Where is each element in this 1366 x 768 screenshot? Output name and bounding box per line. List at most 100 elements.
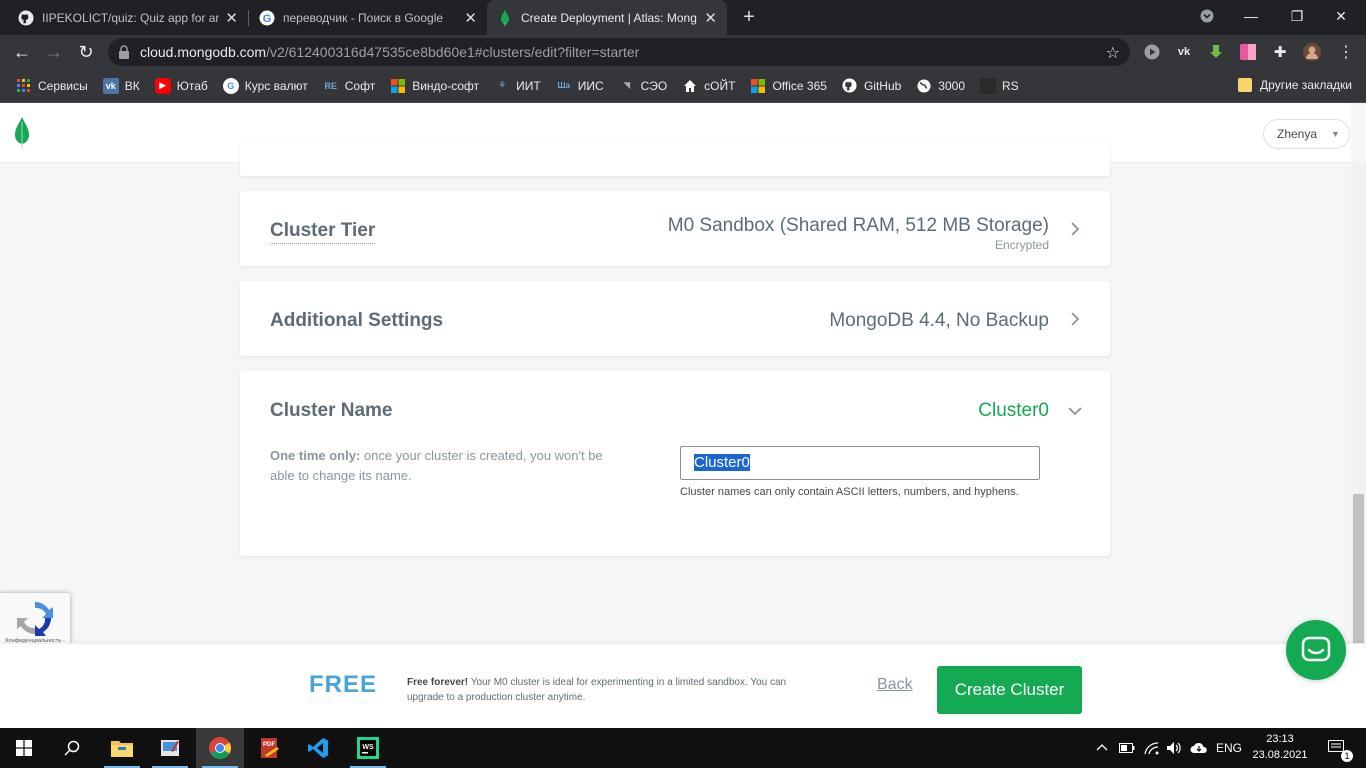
more-menu-icon[interactable]: ⋮ — [1337, 43, 1355, 61]
back-arrow-icon[interactable]: ← — [8, 38, 36, 66]
close-window-button[interactable]: ✕ — [1318, 0, 1364, 32]
new-tab-button[interactable]: + — [738, 5, 760, 29]
cluster-name-value: Cluster0 — [978, 400, 1049, 421]
file-explorer-icon[interactable] — [98, 728, 146, 768]
additional-settings-section[interactable]: Additional Settings MongoDB 4.4, No Back… — [240, 281, 1110, 356]
user-menu-button[interactable]: Zhenya ▼ — [1263, 119, 1350, 149]
show-hidden-icons[interactable] — [1096, 728, 1108, 768]
iis-icon: Ша — [557, 81, 570, 90]
download-extension-icon[interactable] — [1207, 43, 1225, 61]
other-bookmarks[interactable]: Другие закладки — [1238, 78, 1352, 92]
bookmarks-bar: Сервисы vk ВК ▶ Ютаб G Курс валют RE Соф… — [0, 69, 1366, 103]
clock-date: 23.08.2021 — [1252, 749, 1308, 761]
cluster-name-section: Cluster Name Cluster0 One time only: onc… — [240, 371, 1110, 556]
close-tab-icon[interactable]: ✕ — [225, 9, 238, 27]
url-host: cloud.mongodb.com — [140, 44, 267, 60]
youtube-icon: ▶ — [154, 77, 171, 94]
bookmark-soit[interactable]: сОЙТ — [682, 78, 735, 94]
cluster-name-title: Cluster Name — [270, 400, 393, 421]
apps-grid-icon — [16, 78, 32, 94]
bookmark-iis[interactable]: Ша ИИС — [556, 78, 603, 94]
bookmark-github[interactable]: GitHub — [842, 78, 901, 94]
scrollbar-thumb[interactable] — [1353, 494, 1364, 644]
tab-google-search[interactable]: G переводчик - Поиск в Google ✕ — [249, 0, 487, 35]
taskbar-clock[interactable]: 23:13 23.08.2021 — [1248, 731, 1312, 763]
onedrive-cloud-icon[interactable] — [1190, 728, 1208, 768]
create-cluster-footer: FREE Free forever! Your M0 cluster is id… — [0, 643, 1366, 728]
chrome-icon[interactable] — [196, 728, 244, 768]
tab-search-icon[interactable] — [1184, 0, 1230, 32]
cluster-name-hint: One time only: once your cluster is crea… — [270, 446, 630, 486]
bookmark-label: Софт — [344, 78, 376, 93]
re-icon: RE — [324, 80, 338, 91]
tab-github-quiz[interactable]: IIPEKOLICT/quiz: Quiz app for an ✕ — [8, 0, 248, 35]
pdf-editor-icon[interactable]: PDF — [246, 728, 294, 768]
forward-arrow-icon[interactable]: → — [40, 38, 68, 66]
bookmark-exchange-rates[interactable]: G Курс валют — [222, 77, 308, 94]
close-tab-icon[interactable]: ✕ — [464, 9, 477, 27]
extensions-puzzle-icon[interactable]: ✚ — [1271, 43, 1289, 61]
address-bar[interactable]: cloud.mongodb.com/v2/612400316d47535ce8b… — [108, 38, 1130, 66]
seo-icon: ◥ — [623, 80, 631, 90]
bookmark-rs[interactable]: RS — [980, 77, 1019, 94]
volume-icon[interactable] — [1166, 728, 1182, 768]
user-name: Zhenya — [1277, 127, 1318, 141]
close-tab-icon[interactable]: ✕ — [704, 9, 717, 27]
search-icon[interactable] — [48, 728, 96, 768]
bookmark-youtube[interactable]: ▶ Ютаб — [154, 77, 208, 94]
wifi-icon[interactable] — [1144, 728, 1160, 768]
clock-time: 23:13 — [1266, 733, 1294, 745]
play-extension-icon[interactable] — [1143, 43, 1161, 61]
bookmark-label: Курс валют — [244, 78, 308, 93]
notification-count: 1 — [1341, 750, 1353, 762]
reload-icon[interactable]: ↻ — [72, 38, 100, 66]
iit-icon: ⚘ — [498, 80, 507, 90]
chevron-right-icon[interactable] — [1068, 312, 1082, 326]
bookmark-label: Виндо-софт — [412, 78, 480, 93]
notifications-icon[interactable]: 1 — [1322, 728, 1353, 768]
chevron-right-icon[interactable] — [1068, 222, 1082, 236]
maximize-button[interactable]: ❐ — [1274, 0, 1320, 32]
other-bookmarks-label: Другие закладки — [1260, 78, 1352, 92]
tab-create-deployment[interactable]: Create Deployment | Atlas: Mong ✕ — [487, 0, 727, 35]
office-icon — [750, 78, 766, 94]
folder-icon — [1238, 78, 1253, 92]
bookmark-vk[interactable]: vk ВК — [102, 77, 140, 94]
bookmark-office365[interactable]: Office 365 — [750, 78, 827, 94]
bookmark-label: Ютаб — [176, 78, 208, 93]
color-extension-icon[interactable] — [1239, 43, 1257, 61]
bookmark-seo[interactable]: ◥ СЭО — [619, 78, 667, 94]
lock-icon[interactable] — [118, 45, 130, 59]
mongodb-leaf-icon[interactable] — [14, 117, 30, 149]
cluster-tier-value: M0 Sandbox (Shared RAM, 512 MB Storage) — [667, 215, 1049, 236]
bookmark-star-icon[interactable]: ☆ — [1106, 43, 1120, 63]
google-icon: G — [222, 77, 239, 94]
paint-app-icon[interactable] — [146, 728, 194, 768]
bookmark-soft[interactable]: RE Софт — [323, 78, 376, 94]
create-cluster-button[interactable]: Create Cluster — [937, 666, 1082, 714]
cluster-name-input[interactable]: Cluster0 — [680, 446, 1040, 480]
bookmark-label: GitHub — [863, 78, 902, 93]
profile-avatar-icon[interactable] — [1303, 43, 1321, 61]
bookmark-windows-soft[interactable]: Виндо-софт — [390, 78, 479, 94]
vk-extension-icon[interactable]: vk — [1175, 43, 1193, 61]
bookmark-iit[interactable]: ⚘ ИИТ — [494, 78, 541, 94]
windows-start-icon[interactable] — [0, 728, 48, 768]
minimize-button[interactable]: — — [1228, 0, 1274, 32]
bookmark-3000[interactable]: 3000 — [916, 78, 965, 94]
vscode-icon[interactable] — [294, 728, 342, 768]
bookmark-services[interactable]: Сервисы — [16, 78, 88, 94]
caret-down-icon: ▼ — [1331, 129, 1340, 139]
webstorm-icon[interactable]: WS — [344, 728, 392, 768]
recaptcha-icon — [17, 601, 53, 636]
additional-settings-title: Additional Settings — [270, 310, 444, 331]
battery-icon[interactable] — [1119, 728, 1135, 768]
github-icon — [842, 78, 858, 94]
tab-title: IIPEKOLICT/quiz: Quiz app for an — [42, 10, 220, 25]
free-label: FREE — [309, 671, 378, 698]
input-language[interactable]: ENG — [1216, 728, 1242, 768]
support-chat-button[interactable] — [1286, 620, 1346, 680]
chevron-down-icon[interactable] — [1068, 404, 1082, 418]
cluster-tier-section[interactable]: Cluster Tier M0 Sandbox (Shared RAM, 512… — [240, 191, 1110, 266]
back-link[interactable]: Back — [877, 676, 913, 694]
